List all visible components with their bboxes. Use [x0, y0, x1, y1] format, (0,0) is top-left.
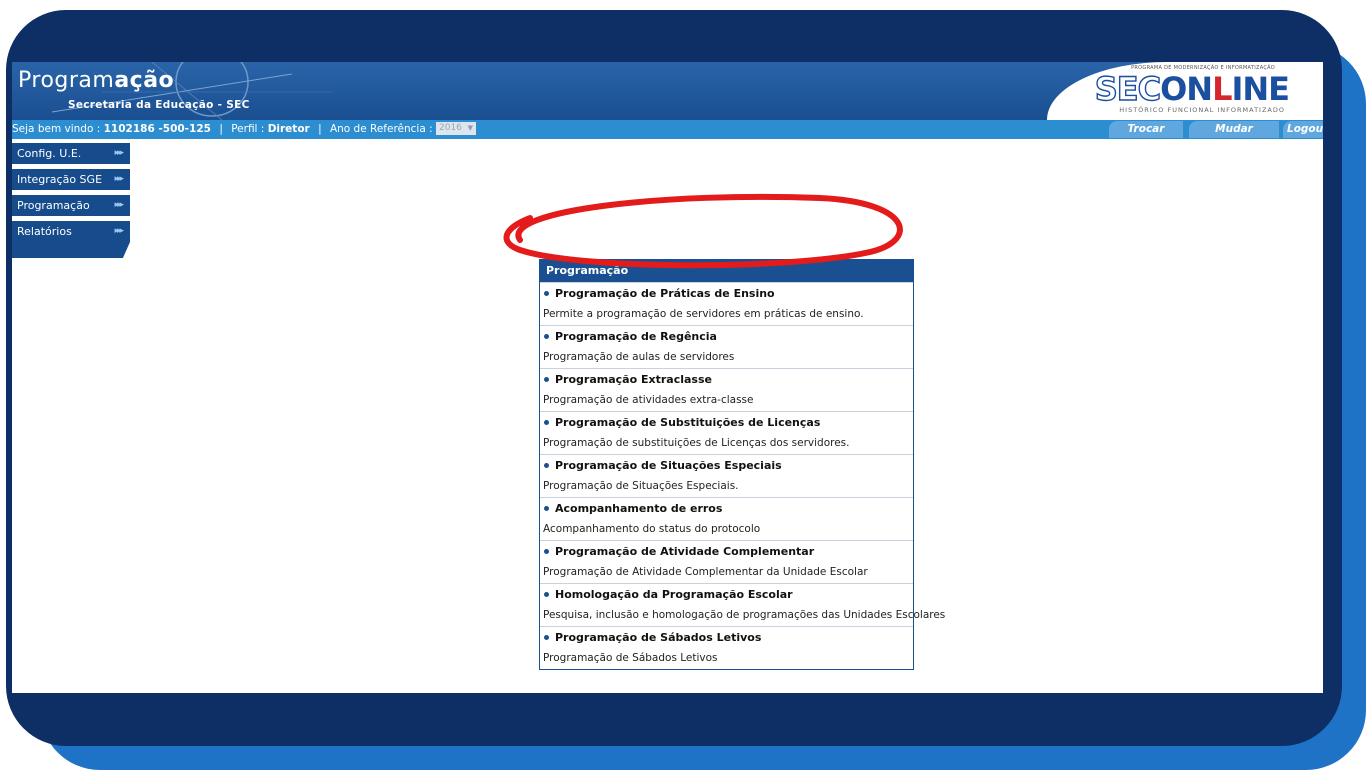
browser-screen: Programação Secretaria da Educação - SEC…	[12, 62, 1323, 693]
option-description: Programação de aulas de servidores	[543, 351, 735, 363]
submenu-arrow-icon: ▸▸▸	[114, 200, 123, 210]
logo-subtitle: HISTÓRICO FUNCIONAL INFORMATIZADO	[1119, 106, 1285, 114]
menu-item-relatorios[interactable]: Relatórios ▸▸▸	[12, 221, 130, 242]
option-description: Programação de Situações Especiais.	[543, 480, 739, 492]
bullet-icon	[544, 462, 549, 468]
option-link[interactable]: Programação de Práticas de Ensino	[540, 283, 913, 304]
list-item: Programação de Situações Especiais Progr…	[540, 454, 913, 497]
year-select[interactable]: 2016 ▼	[436, 121, 476, 135]
programacao-panel: Programação Programação de Práticas de E…	[539, 259, 946, 670]
menu-item-integracao-sge[interactable]: Integração SGE ▸▸▸	[12, 169, 130, 190]
option-description: Programação de Sábados Letivos	[543, 652, 718, 664]
bullet-icon	[544, 419, 549, 425]
submenu-arrow-icon: ▸▸▸	[114, 148, 123, 158]
bullet-icon	[544, 333, 549, 339]
menu-footer	[12, 242, 130, 258]
list-item: Programação de Práticas de Ensino Permit…	[540, 282, 913, 325]
year-label: Ano de Referência :	[329, 123, 433, 135]
app-subtitle: Secretaria da Educação - SEC	[68, 99, 250, 111]
panel-title: Programação	[540, 260, 913, 282]
list-item: Programação de Sábados Letivos Programaç…	[540, 626, 913, 669]
option-link[interactable]: Programação de Situações Especiais	[540, 455, 913, 476]
side-menu: Config. U.E. ▸▸▸ Integração SGE ▸▸▸ Progra…	[12, 143, 130, 258]
option-description: Programação de Atividade Complementar da…	[543, 566, 868, 578]
submenu-arrow-icon: ▸▸▸	[114, 226, 123, 236]
logout-button[interactable]: Logout	[1283, 121, 1323, 138]
chevron-down-icon: ▼	[467, 123, 473, 132]
welcome-label: Seja bem vindo :	[12, 123, 101, 135]
option-description: Programação de atividades extra-classe	[543, 394, 754, 406]
option-description: Acompanhamento do status do protocolo	[543, 523, 761, 535]
list-item: Programação de Substituições de Licenças…	[540, 411, 913, 454]
option-link[interactable]: Programação de Regência	[540, 326, 913, 347]
app-header: Programação Secretaria da Educação - SEC…	[12, 62, 1323, 120]
list-item: Programação Extraclasse Programação de a…	[540, 368, 913, 411]
bullet-icon	[544, 376, 549, 382]
change-password-button[interactable]: Trocar Senha	[1109, 121, 1183, 152]
option-description: Programação de substituições de Licenças…	[543, 437, 850, 449]
submenu-arrow-icon: ▸▸▸	[114, 174, 123, 184]
user-info-bar: Seja bem vindo : 1102186 -500-125 | Perf…	[12, 120, 1323, 152]
bullet-icon	[544, 505, 549, 511]
list-item: Homologação da Programação Escolar Pesqu…	[540, 583, 946, 626]
profile-label: Perfil :	[231, 123, 265, 135]
option-link[interactable]: Homologação da Programação Escolar	[540, 584, 913, 605]
option-link[interactable]: Programação de Sábados Letivos	[540, 627, 913, 648]
bullet-icon	[544, 548, 549, 554]
option-link[interactable]: Programação Extraclasse	[540, 369, 913, 390]
app-title: Programação	[18, 68, 175, 93]
option-link[interactable]: Programação de Substituições de Licenças	[540, 412, 913, 433]
list-item: Acompanhamento de erros Acompanhamento d…	[540, 497, 913, 540]
logo-wordmark: SECONLINE	[1094, 70, 1290, 108]
bullet-icon	[544, 290, 549, 296]
bullet-icon	[544, 634, 549, 640]
user-id: 1102186 -500-125	[103, 123, 211, 135]
seconline-logo: PROGRAMA DE MODERNIZAÇÃO E INFORMATIZAÇÃ…	[1047, 62, 1323, 120]
profile-value: Diretor	[267, 123, 310, 135]
list-item: Programação de Atividade Complementar Pr…	[540, 540, 913, 583]
list-item: Programação de Regência Programação de a…	[540, 325, 913, 368]
option-description: Permite a programação de servidores em p…	[543, 308, 864, 320]
menu-item-config-ue[interactable]: Config. U.E. ▸▸▸	[12, 143, 130, 164]
menu-item-programacao[interactable]: Programação ▸▸▸	[12, 195, 130, 216]
change-system-button[interactable]: Mudar Sistema	[1189, 121, 1279, 152]
option-link[interactable]: Programação de Atividade Complementar	[540, 541, 913, 562]
option-link[interactable]: Acompanhamento de erros	[540, 498, 913, 519]
option-description: Pesquisa, inclusão e homologação de prog…	[543, 609, 946, 621]
bullet-icon	[544, 591, 549, 597]
